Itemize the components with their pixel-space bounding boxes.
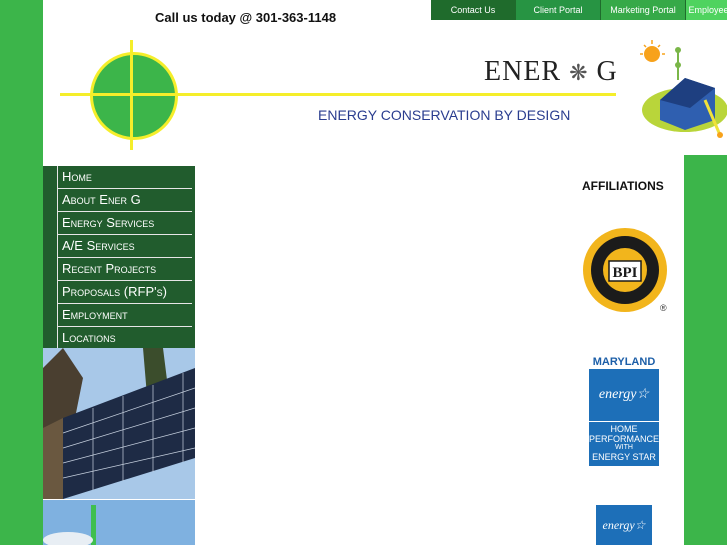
maryland-energy-star-badge: MARYLAND energy☆ HOME PERFORMANCE WITH E… <box>589 355 659 466</box>
registered-mark: ® <box>660 303 667 313</box>
brand-asterisk-icon: ❋ <box>569 60 589 85</box>
sidebar-item-employment[interactable]: Employment <box>57 304 192 327</box>
bpi-seal-logo: BPI <box>583 228 667 312</box>
brand-name: ENER ❋ G <box>484 56 618 88</box>
top-navigation: Contact Us Client Portal Marketing Porta… <box>431 0 727 20</box>
nav-contact-us[interactable]: Contact Us <box>431 0 516 20</box>
home-performance-line-2: PERFORMANCE <box>589 434 660 444</box>
wind-turbine-photo <box>43 500 195 545</box>
sidebar-item-about[interactable]: About Ener G <box>57 189 192 212</box>
energy-star-bottom-icon: ☆ <box>634 518 646 532</box>
sidebar-item-energy-services[interactable]: Energy Services <box>57 212 192 235</box>
affiliations-heading: AFFILIATIONS <box>582 179 664 193</box>
home-performance-text: HOME PERFORMANCE WITH ENERGY STAR <box>589 421 659 466</box>
right-background-stripe <box>684 155 727 545</box>
logo-horizontal-line <box>60 93 616 96</box>
left-background-stripe <box>0 0 43 545</box>
logo-vertical-line <box>130 40 133 150</box>
tagline: ENERGY CONSERVATION BY DESIGN <box>318 107 571 123</box>
nav-marketing-portal[interactable]: Marketing Portal <box>601 0 686 20</box>
sidebar-item-locations[interactable]: Locations <box>57 327 192 350</box>
energy-star-logo-bottom: energy☆ <box>596 505 652 545</box>
sidebar-item-proposals[interactable]: Proposals (RFP's) <box>57 281 192 304</box>
home-performance-line-4: ENERGY STAR <box>592 452 656 462</box>
maryland-title: MARYLAND <box>592 356 656 368</box>
nav-employee[interactable]: Employee <box>686 0 727 20</box>
solar-panels-photo <box>43 348 195 499</box>
house-energy-illustration-icon <box>640 40 727 138</box>
bpi-text: BPI <box>612 265 637 281</box>
energy-star-bottom-text: energy <box>602 518 635 532</box>
sidebar-item-recent-projects[interactable]: Recent Projects <box>57 258 192 281</box>
logo-crosshair-circle <box>90 52 178 140</box>
home-performance-line-3: WITH <box>615 444 633 451</box>
home-performance-line-1: HOME <box>610 424 638 434</box>
energy-star-icon: ☆ <box>636 387 650 402</box>
brand-name-part-a: ENER <box>484 56 562 87</box>
brand-name-part-b: G <box>596 56 618 87</box>
energy-star-logo: energy☆ <box>589 369 659 421</box>
call-us-text: Call us today @ 301-363-1148 <box>155 10 337 25</box>
sidebar-menu: Home About Ener G Energy Services A/E Se… <box>43 166 195 350</box>
sidebar-item-home[interactable]: Home <box>57 166 192 189</box>
energy-star-text: energy <box>598 387 637 402</box>
sidebar-item-ae-services[interactable]: A/E Services <box>57 235 192 258</box>
nav-client-portal[interactable]: Client Portal <box>516 0 601 20</box>
